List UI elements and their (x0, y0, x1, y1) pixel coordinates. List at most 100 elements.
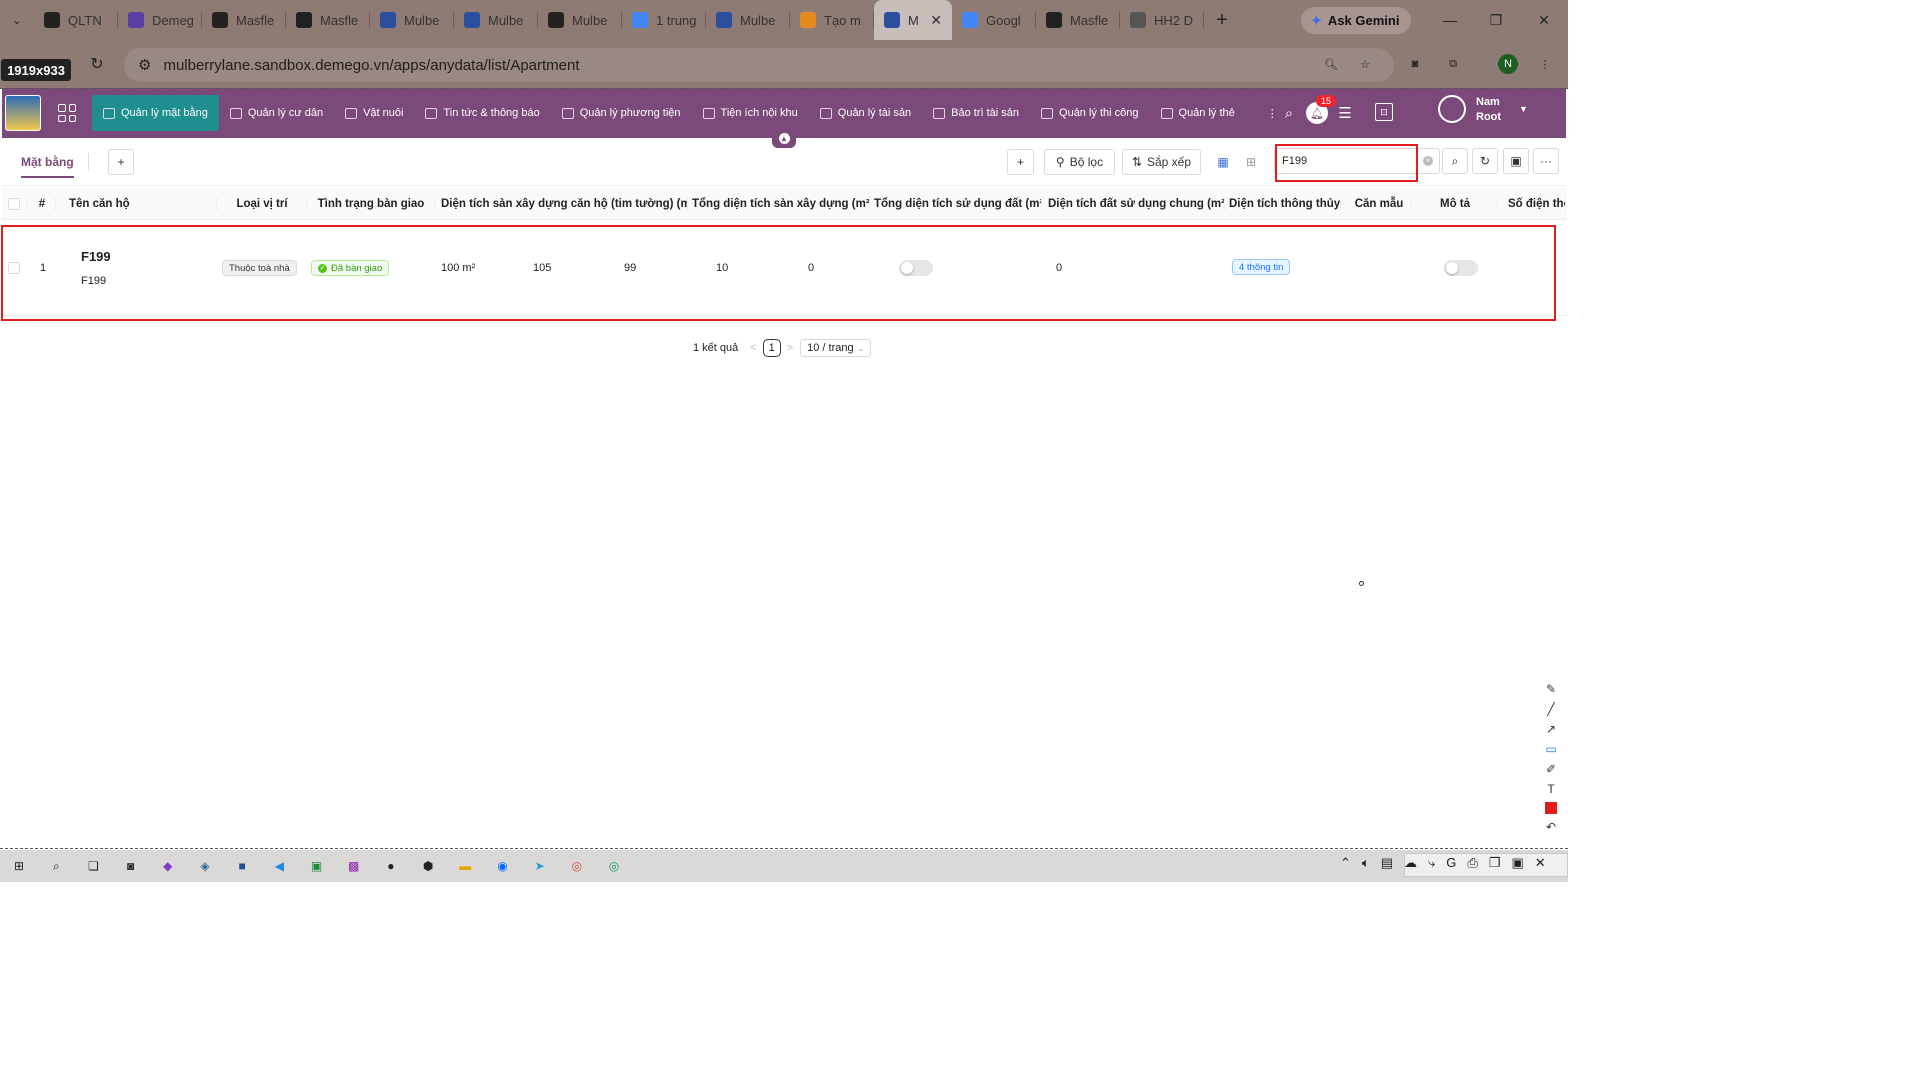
column-header[interactable]: Diện tích đất sử dụng chung (m²) (1048, 188, 1225, 220)
browser-menu-icon[interactable]: ⋮ (1536, 55, 1554, 73)
site-settings-icon[interactable]: ⚙ (138, 56, 151, 74)
clear-search-icon[interactable]: × (1423, 156, 1433, 166)
browser-tab[interactable]: Mulbe (538, 0, 622, 40)
browser-tab[interactable]: 1 trung (622, 0, 706, 40)
close-tab-icon[interactable]: ✕ (930, 12, 942, 29)
minimize-icon[interactable]: — (1427, 0, 1473, 40)
column-header[interactable]: Tên căn hộ (69, 188, 217, 220)
task-view-icon[interactable]: ❏ (82, 855, 104, 877)
chevron-up-icon[interactable]: ⌃ (1340, 855, 1351, 871)
tab-mat-bang[interactable]: Mặt bằng (21, 155, 74, 178)
table-view-icon[interactable]: ▦ (1210, 149, 1236, 175)
profile-avatar[interactable]: N (1498, 54, 1518, 74)
camera-icon[interactable]: ◙ (1406, 55, 1424, 73)
camera-app-icon[interactable]: ◙ (120, 855, 142, 877)
nav-item-4[interactable]: Quản lý phương tiện (551, 95, 692, 131)
text-icon[interactable]: T (1547, 782, 1554, 796)
terminal-icon[interactable]: ▣ (306, 855, 328, 877)
column-header[interactable]: Tổng diện tích sử dụng đất (m²) (874, 188, 1042, 220)
column-header[interactable]: Mô tả (1412, 188, 1498, 220)
filter-button[interactable]: ⚲ Bộ lọc (1044, 149, 1115, 175)
column-header[interactable]: Diện tích thông thủy (1229, 188, 1341, 220)
add-tab-button[interactable]: + (108, 149, 134, 175)
telegram-icon[interactable]: ➤ (529, 855, 551, 877)
visual-studio-icon[interactable]: ◆ (157, 855, 179, 877)
cube-icon[interactable]: ⬢ (417, 855, 439, 877)
restore-icon[interactable]: ❐ (1473, 0, 1519, 40)
arrow-icon[interactable]: ↗ (1546, 722, 1556, 736)
browser-tab[interactable]: Masfle (1036, 0, 1120, 40)
browser-tab[interactable]: Mulbe (454, 0, 538, 40)
page-number-button[interactable]: 1 (762, 339, 781, 357)
url-bar[interactable]: ⚙ mulberrylane.sandbox.demego.vn/apps/an… (124, 48, 1394, 82)
column-header[interactable]: Số điện tho (1508, 188, 1566, 220)
line-icon[interactable]: ╱ (1547, 702, 1554, 716)
close-window-icon[interactable]: ✕ (1521, 0, 1567, 40)
card-view-icon[interactable]: ⊞ (1238, 149, 1264, 175)
pen-icon[interactable]: ✎ (1546, 682, 1556, 696)
zoom-icon[interactable]: 🔍︎ (1322, 55, 1340, 73)
scanner-icon[interactable]: ⊡ (1375, 103, 1393, 121)
column-header[interactable]: Tình trạng bàn giao (307, 188, 435, 220)
zalo-icon[interactable]: ◉ (491, 855, 513, 877)
google-lens-icon[interactable]: G (1446, 855, 1456, 871)
copy-icon[interactable]: ❐ (1489, 855, 1501, 871)
browser-tab[interactable]: Googl (952, 0, 1036, 40)
page-size-select[interactable]: 10 / trang ⌄ (800, 339, 872, 357)
search-icon[interactable]: ⌕ (1280, 104, 1298, 122)
browser-tab[interactable]: Demeg (118, 0, 202, 40)
select-all-checkbox[interactable] (8, 188, 28, 220)
volume-icon[interactable]: 🔈︎ (1362, 855, 1370, 871)
column-header[interactable]: # (28, 188, 56, 220)
sort-button[interactable]: ⇅ Sắp xếp (1122, 149, 1201, 175)
nav-item-0[interactable]: Quản lý mặt bằng (92, 95, 219, 131)
share-icon[interactable]: ⤷ (1428, 855, 1435, 871)
browser-tab[interactable]: Masfle (202, 0, 286, 40)
network-icon[interactable]: ▤ (1381, 855, 1393, 871)
browser-tab[interactable]: QLTN (34, 0, 118, 40)
next-page-button[interactable]: > (787, 342, 793, 354)
browser-tab[interactable]: Mulbe (370, 0, 454, 40)
search-icon[interactable]: ⌕ (45, 855, 67, 877)
nav-item-9[interactable]: Quản lý thẻ (1150, 95, 1246, 131)
color-swatch-icon[interactable] (1545, 802, 1557, 814)
more-options-button[interactable]: ··· (1533, 148, 1559, 174)
browser-tab[interactable]: HH2 D (1120, 0, 1204, 40)
nav-item-1[interactable]: Quản lý cư dân (219, 95, 334, 131)
new-tab-button[interactable]: + (1204, 9, 1240, 32)
browser-tab[interactable]: Tạo m (790, 0, 874, 40)
tab-search-icon[interactable]: ⌄ (0, 0, 34, 40)
rectangle-icon[interactable]: ▭ (1545, 742, 1556, 756)
file-explorer-icon[interactable]: ▬ (454, 855, 476, 877)
nav-item-5[interactable]: Tiện ích nội khu (692, 95, 809, 131)
column-header[interactable]: Căn mẫu (1346, 188, 1412, 220)
column-header[interactable]: Diện tích sàn xây dựng căn hộ (tim tường… (441, 188, 688, 220)
nav-item-8[interactable]: Quản lý thi công (1030, 95, 1150, 131)
upload-cloud-icon[interactable]: ☁ (1404, 855, 1417, 871)
chrome-icon[interactable]: ◎ (566, 855, 588, 877)
vscode-icon[interactable]: ◀ (268, 855, 290, 877)
add-record-button[interactable]: + (1007, 149, 1034, 175)
unity-icon[interactable]: ● (380, 855, 402, 877)
windows-start-icon[interactable]: ⊞ (8, 855, 30, 877)
marker-icon[interactable]: ✐ (1546, 762, 1556, 776)
export-icon[interactable]: ▣ (1503, 148, 1529, 174)
extensions-icon[interactable]: ⧉ (1444, 55, 1462, 73)
prev-page-button[interactable]: < (750, 342, 756, 354)
user-menu[interactable]: Nam Root ▼ (1438, 95, 1528, 123)
nav-item-7[interactable]: Bảo trì tài sản (922, 95, 1030, 131)
apps-grid-icon[interactable] (58, 104, 76, 122)
browser-tab[interactable]: M ✕ (874, 0, 952, 40)
search-submit-icon[interactable]: ⌕ (1442, 148, 1468, 174)
nav-item-2[interactable]: Vật nuôi (334, 95, 414, 131)
ssms-icon[interactable]: ■ (231, 855, 253, 877)
refresh-icon[interactable]: ↻ (1472, 148, 1498, 174)
database-icon[interactable]: ◈ (194, 855, 216, 877)
jetbrains-icon[interactable]: ▩ (343, 855, 365, 877)
print-icon[interactable]: ⎙ (1467, 855, 1477, 871)
browser-tab[interactable]: Masfle (286, 0, 370, 40)
nav-item-6[interactable]: Quản lý tài sản (809, 95, 922, 131)
close-capture-icon[interactable]: ✕ (1535, 855, 1546, 871)
nav-item-3[interactable]: Tin tức & thông báo (414, 95, 550, 131)
app-logo[interactable] (5, 95, 41, 131)
